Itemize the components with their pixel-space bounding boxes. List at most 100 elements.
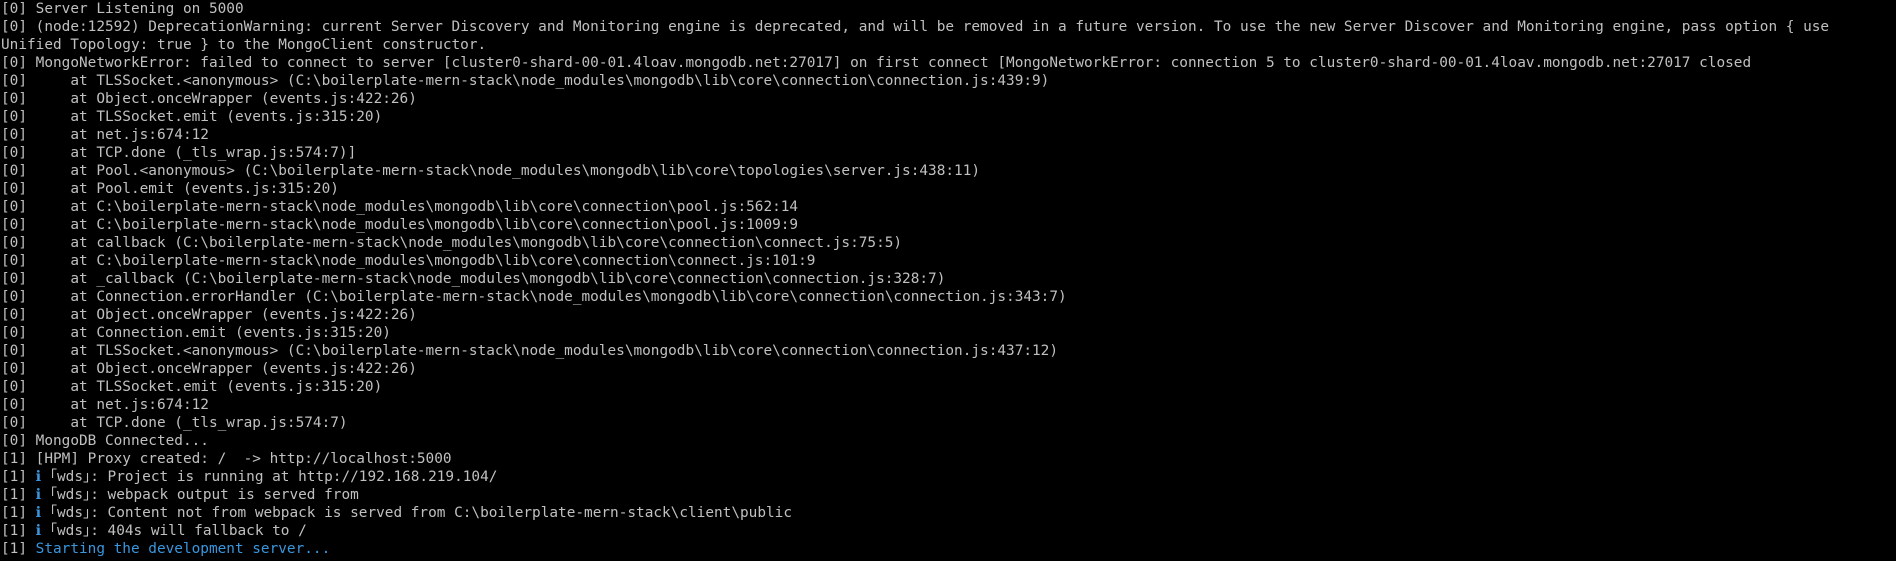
log-text: (node:12592) DeprecationWarning: current… bbox=[35, 19, 1830, 35]
terminal-line: [1] ℹ ｢wds｣: webpack output is served fr… bbox=[0, 486, 1896, 504]
process-prefix: [0] bbox=[1, 19, 27, 35]
terminal-line: [0] at Object.onceWrapper (events.js:422… bbox=[0, 360, 1896, 378]
process-prefix: [0] bbox=[1, 289, 27, 305]
log-text: at TCP.done (_tls_wrap.js:574:7) bbox=[35, 415, 348, 431]
process-prefix: [0] bbox=[1, 307, 27, 323]
terminal-line: [1] ℹ ｢wds｣: Content not from webpack is… bbox=[0, 504, 1896, 522]
log-text: at TCP.done (_tls_wrap.js:574:7)] bbox=[35, 145, 357, 161]
terminal-line: [0] at Pool.emit (events.js:315:20) bbox=[0, 180, 1896, 198]
wds-tag: ｢wds｣: bbox=[49, 523, 99, 539]
process-prefix: [0] bbox=[1, 397, 27, 413]
log-text: Unified Topology: true } to the MongoCli… bbox=[1, 37, 487, 53]
process-prefix: [0] bbox=[1, 55, 27, 71]
log-text: at TLSSocket.emit (events.js:315:20) bbox=[35, 109, 383, 125]
process-prefix: [0] bbox=[1, 253, 27, 269]
info-icon: ℹ bbox=[35, 505, 42, 521]
terminal-line: [1] ℹ ｢wds｣: 404s will fallback to / bbox=[0, 522, 1896, 540]
terminal-line: [0] at Pool.<anonymous> (C:\boilerplate-… bbox=[0, 162, 1896, 180]
process-prefix: [1] bbox=[1, 469, 27, 485]
log-text: at TLSSocket.<anonymous> (C:\boilerplate… bbox=[35, 73, 1050, 89]
log-text: webpack output is served from bbox=[107, 487, 359, 503]
process-prefix: [1] bbox=[1, 541, 27, 557]
process-prefix: [0] bbox=[1, 163, 27, 179]
terminal-line: [0] at _callback (C:\boilerplate-mern-st… bbox=[0, 270, 1896, 288]
terminal-line: [0] at TCP.done (_tls_wrap.js:574:7) bbox=[0, 414, 1896, 432]
terminal-line: [0] at C:\boilerplate-mern-stack\node_mo… bbox=[0, 198, 1896, 216]
terminal-line: [0] at Object.onceWrapper (events.js:422… bbox=[0, 306, 1896, 324]
terminal-line: [0] at C:\boilerplate-mern-stack\node_mo… bbox=[0, 216, 1896, 234]
terminal-line: [0] at TLSSocket.<anonymous> (C:\boilerp… bbox=[0, 72, 1896, 90]
process-prefix: [0] bbox=[1, 217, 27, 233]
process-prefix: [0] bbox=[1, 415, 27, 431]
terminal-line: [0] Server Listening on 5000 bbox=[0, 0, 1896, 18]
process-prefix: [0] bbox=[1, 145, 27, 161]
terminal-window[interactable]: [0] Server Listening on 5000 [0] (node:12… bbox=[0, 0, 1896, 561]
terminal-line: [0] MongoDB Connected... bbox=[0, 432, 1896, 450]
info-icon: ℹ bbox=[35, 523, 42, 539]
process-prefix: [0] bbox=[1, 271, 27, 287]
log-text: MongoDB Connected... bbox=[35, 433, 209, 449]
terminal-line: [0] at C:\boilerplate-mern-stack\node_mo… bbox=[0, 252, 1896, 270]
terminal-line: [0] at net.js:674:12 bbox=[0, 396, 1896, 414]
terminal-line: [0] at Connection.emit (events.js:315:20… bbox=[0, 324, 1896, 342]
info-icon: ℹ bbox=[35, 487, 42, 503]
status-message: Starting the development server... bbox=[35, 541, 331, 557]
terminal-line: [0] at TLSSocket.emit (events.js:315:20) bbox=[0, 108, 1896, 126]
log-text: at _callback (C:\boilerplate-mern-stack\… bbox=[35, 271, 946, 287]
wds-tag: ｢wds｣: bbox=[49, 487, 99, 503]
log-text: Project is running at http://192.168.219… bbox=[107, 469, 498, 485]
log-text: at Connection.emit (events.js:315:20) bbox=[35, 325, 391, 341]
log-text: 404s will fallback to / bbox=[107, 523, 307, 539]
process-prefix: [1] bbox=[1, 451, 27, 467]
terminal-line: [0] at net.js:674:12 bbox=[0, 126, 1896, 144]
wds-tag: ｢wds｣: bbox=[49, 469, 99, 485]
log-text: at Pool.<anonymous> (C:\boilerplate-mern… bbox=[35, 163, 981, 179]
log-text: at C:\boilerplate-mern-stack\node_module… bbox=[35, 217, 799, 233]
process-prefix: [0] bbox=[1, 343, 27, 359]
info-icon: ℹ bbox=[35, 469, 42, 485]
log-text: Content not from webpack is served from … bbox=[107, 505, 792, 521]
process-prefix: [1] bbox=[1, 523, 27, 539]
log-text: Server Listening on 5000 bbox=[35, 1, 244, 17]
log-text: [HPM] Proxy created: / -> http://localho… bbox=[35, 451, 452, 467]
wds-tag: ｢wds｣: bbox=[49, 505, 99, 521]
terminal-line: [0] at Connection.errorHandler (C:\boile… bbox=[0, 288, 1896, 306]
process-prefix: [0] bbox=[1, 1, 27, 17]
process-prefix: [1] bbox=[1, 505, 27, 521]
terminal-line: Unified Topology: true } to the MongoCli… bbox=[0, 36, 1896, 54]
terminal-line: [0] at TLSSocket.emit (events.js:315:20) bbox=[0, 378, 1896, 396]
process-prefix: [0] bbox=[1, 109, 27, 125]
process-prefix: [0] bbox=[1, 325, 27, 341]
process-prefix: [0] bbox=[1, 199, 27, 215]
terminal-line: [1] Starting the development server... bbox=[0, 540, 1896, 558]
process-prefix: [0] bbox=[1, 91, 27, 107]
log-text: at net.js:674:12 bbox=[35, 127, 209, 143]
terminal-line: [0] at callback (C:\boilerplate-mern-sta… bbox=[0, 234, 1896, 252]
log-text: at callback (C:\boilerplate-mern-stack\n… bbox=[35, 235, 903, 251]
log-text: at TLSSocket.emit (events.js:315:20) bbox=[35, 379, 383, 395]
process-prefix: [0] bbox=[1, 73, 27, 89]
terminal-line: [0] (node:12592) DeprecationWarning: cur… bbox=[0, 18, 1896, 36]
process-prefix: [0] bbox=[1, 361, 27, 377]
terminal-line: [0] at Object.onceWrapper (events.js:422… bbox=[0, 90, 1896, 108]
log-text: at C:\boilerplate-mern-stack\node_module… bbox=[35, 199, 799, 215]
process-prefix: [0] bbox=[1, 433, 27, 449]
process-prefix: [0] bbox=[1, 235, 27, 251]
log-text: at TLSSocket.<anonymous> (C:\boilerplate… bbox=[35, 343, 1059, 359]
log-text: at net.js:674:12 bbox=[35, 397, 209, 413]
terminal-line: [0] at TLSSocket.<anonymous> (C:\boilerp… bbox=[0, 342, 1896, 360]
log-text: at Object.onceWrapper (events.js:422:26) bbox=[35, 91, 417, 107]
terminal-line: [1] ℹ ｢wds｣: Project is running at http:… bbox=[0, 468, 1896, 486]
terminal-line: [1] [HPM] Proxy created: / -> http://loc… bbox=[0, 450, 1896, 468]
process-prefix: [0] bbox=[1, 379, 27, 395]
terminal-line: [0] MongoNetworkError: failed to connect… bbox=[0, 54, 1896, 72]
log-text: MongoNetworkError: failed to connect to … bbox=[35, 55, 1752, 71]
log-text: at Pool.emit (events.js:315:20) bbox=[35, 181, 339, 197]
process-prefix: [0] bbox=[1, 181, 27, 197]
process-prefix: [1] bbox=[1, 487, 27, 503]
log-text: at Connection.errorHandler (C:\boilerpla… bbox=[35, 289, 1067, 305]
log-text: at Object.onceWrapper (events.js:422:26) bbox=[35, 361, 417, 377]
process-prefix: [0] bbox=[1, 127, 27, 143]
log-text: at Object.onceWrapper (events.js:422:26) bbox=[35, 307, 417, 323]
terminal-line: [0] at TCP.done (_tls_wrap.js:574:7)] bbox=[0, 144, 1896, 162]
